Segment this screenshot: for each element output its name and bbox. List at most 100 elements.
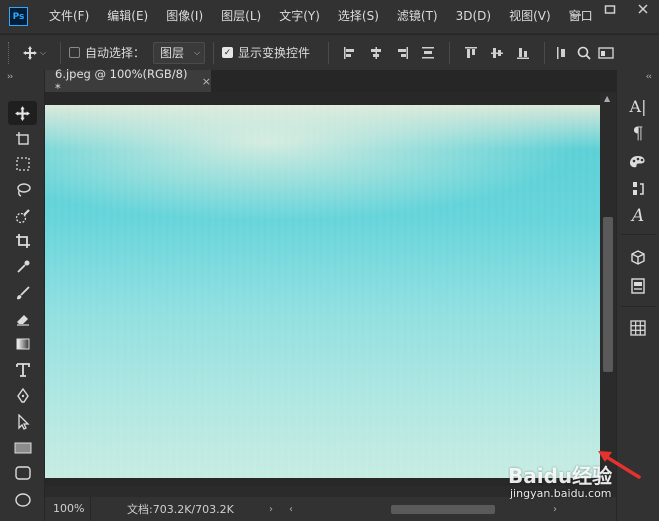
options-grip[interactable] [8, 41, 12, 64]
collapse-panels-icon[interactable]: ‹‹ [646, 72, 652, 82]
canvas-workspace[interactable] [45, 92, 600, 486]
vertical-scrollbar[interactable]: ▲ [600, 92, 616, 486]
auto-select-label: 自动选择： [85, 46, 146, 60]
rectangle-tool-button[interactable] [8, 436, 37, 460]
paragraph-icon: ¶ [632, 124, 644, 144]
rounded-rectangle-tool-button[interactable] [8, 461, 37, 485]
3d-cube-icon [631, 250, 645, 265]
menu-item-2[interactable]: 图像(I) [157, 0, 212, 33]
properties-panel-button[interactable] [624, 274, 652, 298]
lasso-tool-button[interactable] [8, 178, 37, 202]
search-button[interactable] [573, 40, 595, 66]
auto-select-target-dropdown[interactable]: 图层 ⌵ [153, 41, 206, 64]
gradient-icon [16, 338, 29, 350]
menu-item-4[interactable]: 文字(Y) [270, 0, 329, 33]
align-left-button[interactable] [337, 40, 363, 66]
move-tool-button[interactable] [8, 101, 37, 125]
grid-icon [630, 320, 646, 336]
menu-item-0[interactable]: 文件(F) [40, 0, 98, 33]
align-vcenter-button[interactable] [484, 40, 510, 66]
divider [328, 41, 330, 64]
eyedropper-tool-button[interactable] [8, 255, 37, 279]
distribute-h-button[interactable] [553, 40, 573, 66]
close-tab-icon[interactable]: × [202, 75, 211, 88]
marquee-icon [15, 157, 30, 171]
watermark-brand: Baidu经验 [508, 464, 613, 488]
rectangle-icon [14, 442, 31, 454]
menu-item-5[interactable]: 选择(S) [329, 0, 388, 33]
brush-tool-button[interactable] [8, 281, 37, 305]
gradient-tool-button[interactable] [8, 332, 37, 356]
document-tabs: 6.jpeg @ 100%(RGB/8) * × [45, 67, 616, 95]
layers-grid-panel-button[interactable] [624, 316, 652, 340]
workspace-switcher-button[interactable] [595, 40, 617, 66]
maximize-button[interactable] [594, 0, 626, 20]
quick-select-icon [15, 209, 30, 224]
scroll-up-icon[interactable]: ▲ [604, 94, 610, 103]
tools-panel: ›› [0, 70, 45, 521]
photoshop-logo: Ps [9, 7, 28, 26]
menu-items: 文件(F) 编辑(E) 图像(I) 图层(L) 文字(Y) 选择(S) 滤镜(T) 3D(D)… [40, 0, 602, 33]
vertical-scroll-thumb[interactable] [603, 217, 613, 372]
menu-item-1[interactable]: 编辑(E) [98, 0, 157, 33]
glyphs-icon: A [631, 206, 645, 226]
menu-item-8[interactable]: 视图(V) [500, 0, 560, 33]
pen-tool-button[interactable] [8, 384, 37, 408]
character-icon: A| [629, 96, 647, 116]
type-tool-button[interactable] [8, 358, 37, 382]
align-top-button[interactable] [458, 40, 484, 66]
properties-icon [631, 278, 645, 294]
ellipse-icon [14, 493, 31, 507]
align-right-button[interactable] [389, 40, 415, 66]
glyphs-panel-button[interactable]: A [624, 204, 652, 228]
menu-item-3[interactable]: 图层(L) [212, 0, 270, 33]
align-top-icon [465, 46, 478, 58]
collapse-toolbar-icon[interactable]: ›› [7, 72, 13, 82]
horizontal-scroll-thumb[interactable] [391, 505, 495, 514]
horizontal-scrollbar[interactable] [301, 502, 551, 516]
path-select-tool-button[interactable] [8, 410, 37, 434]
minimize-button[interactable] [560, 0, 592, 22]
auto-select-target-value: 图层 [160, 46, 185, 60]
character-panel-button[interactable]: A| [624, 94, 652, 118]
rounded-rectangle-icon [14, 466, 31, 480]
cursor-arrow-icon [17, 414, 30, 430]
tool-preset-picker[interactable]: ⌵ [16, 40, 52, 66]
artboard-tool-button[interactable] [8, 127, 37, 151]
align-middle-icon [491, 47, 504, 58]
panel-divider [621, 306, 656, 307]
ellipse-tool-button[interactable] [8, 488, 37, 512]
baidu-watermark: Baidu经验 jingyan.baidu.com [508, 460, 612, 500]
3d-panel-button[interactable] [624, 246, 652, 270]
scroll-left-icon[interactable]: ‹ [289, 504, 293, 515]
status-menu-arrow-icon[interactable]: › [269, 504, 273, 515]
zoom-level-field[interactable]: 100% [45, 497, 91, 521]
document-tab[interactable]: 6.jpeg @ 100%(RGB/8) * × [45, 67, 211, 95]
menu-item-7[interactable]: 3D(D) [447, 0, 500, 33]
close-icon [638, 4, 648, 14]
adjustments-icon [633, 182, 644, 195]
align-bottom-button[interactable] [510, 40, 536, 66]
paragraph-panel-button[interactable]: ¶ [624, 122, 652, 146]
menu-bar: Ps 文件(F) 编辑(E) 图像(I) 图层(L) 文字(Y) 选择(S) 滤镜(T) 3D… [0, 0, 659, 33]
auto-select-checkbox[interactable] [69, 47, 80, 58]
distribute-icon [422, 46, 435, 58]
chevron-down-icon: ⌵ [193, 47, 201, 57]
distribute-button[interactable] [415, 40, 441, 66]
close-window-button[interactable] [627, 0, 659, 20]
scroll-right-icon[interactable]: › [553, 504, 557, 515]
canvas-texture [45, 105, 600, 478]
show-transform-checkbox[interactable]: ✓ [222, 47, 234, 58]
pen-icon [16, 388, 29, 403]
align-hcenter-button[interactable] [363, 40, 389, 66]
swatches-panel-button[interactable] [624, 150, 652, 174]
eraser-tool-button[interactable] [8, 307, 37, 331]
crop-tool-button[interactable] [8, 229, 37, 253]
move-icon [15, 105, 30, 121]
menu-item-6[interactable]: 滤镜(T) [388, 0, 447, 33]
marquee-tool-button[interactable] [8, 152, 37, 176]
align-right-icon [398, 46, 409, 59]
adjustments-panel-button[interactable] [624, 177, 652, 201]
align-center-icon [371, 46, 382, 59]
quick-select-tool-button[interactable] [8, 204, 37, 228]
